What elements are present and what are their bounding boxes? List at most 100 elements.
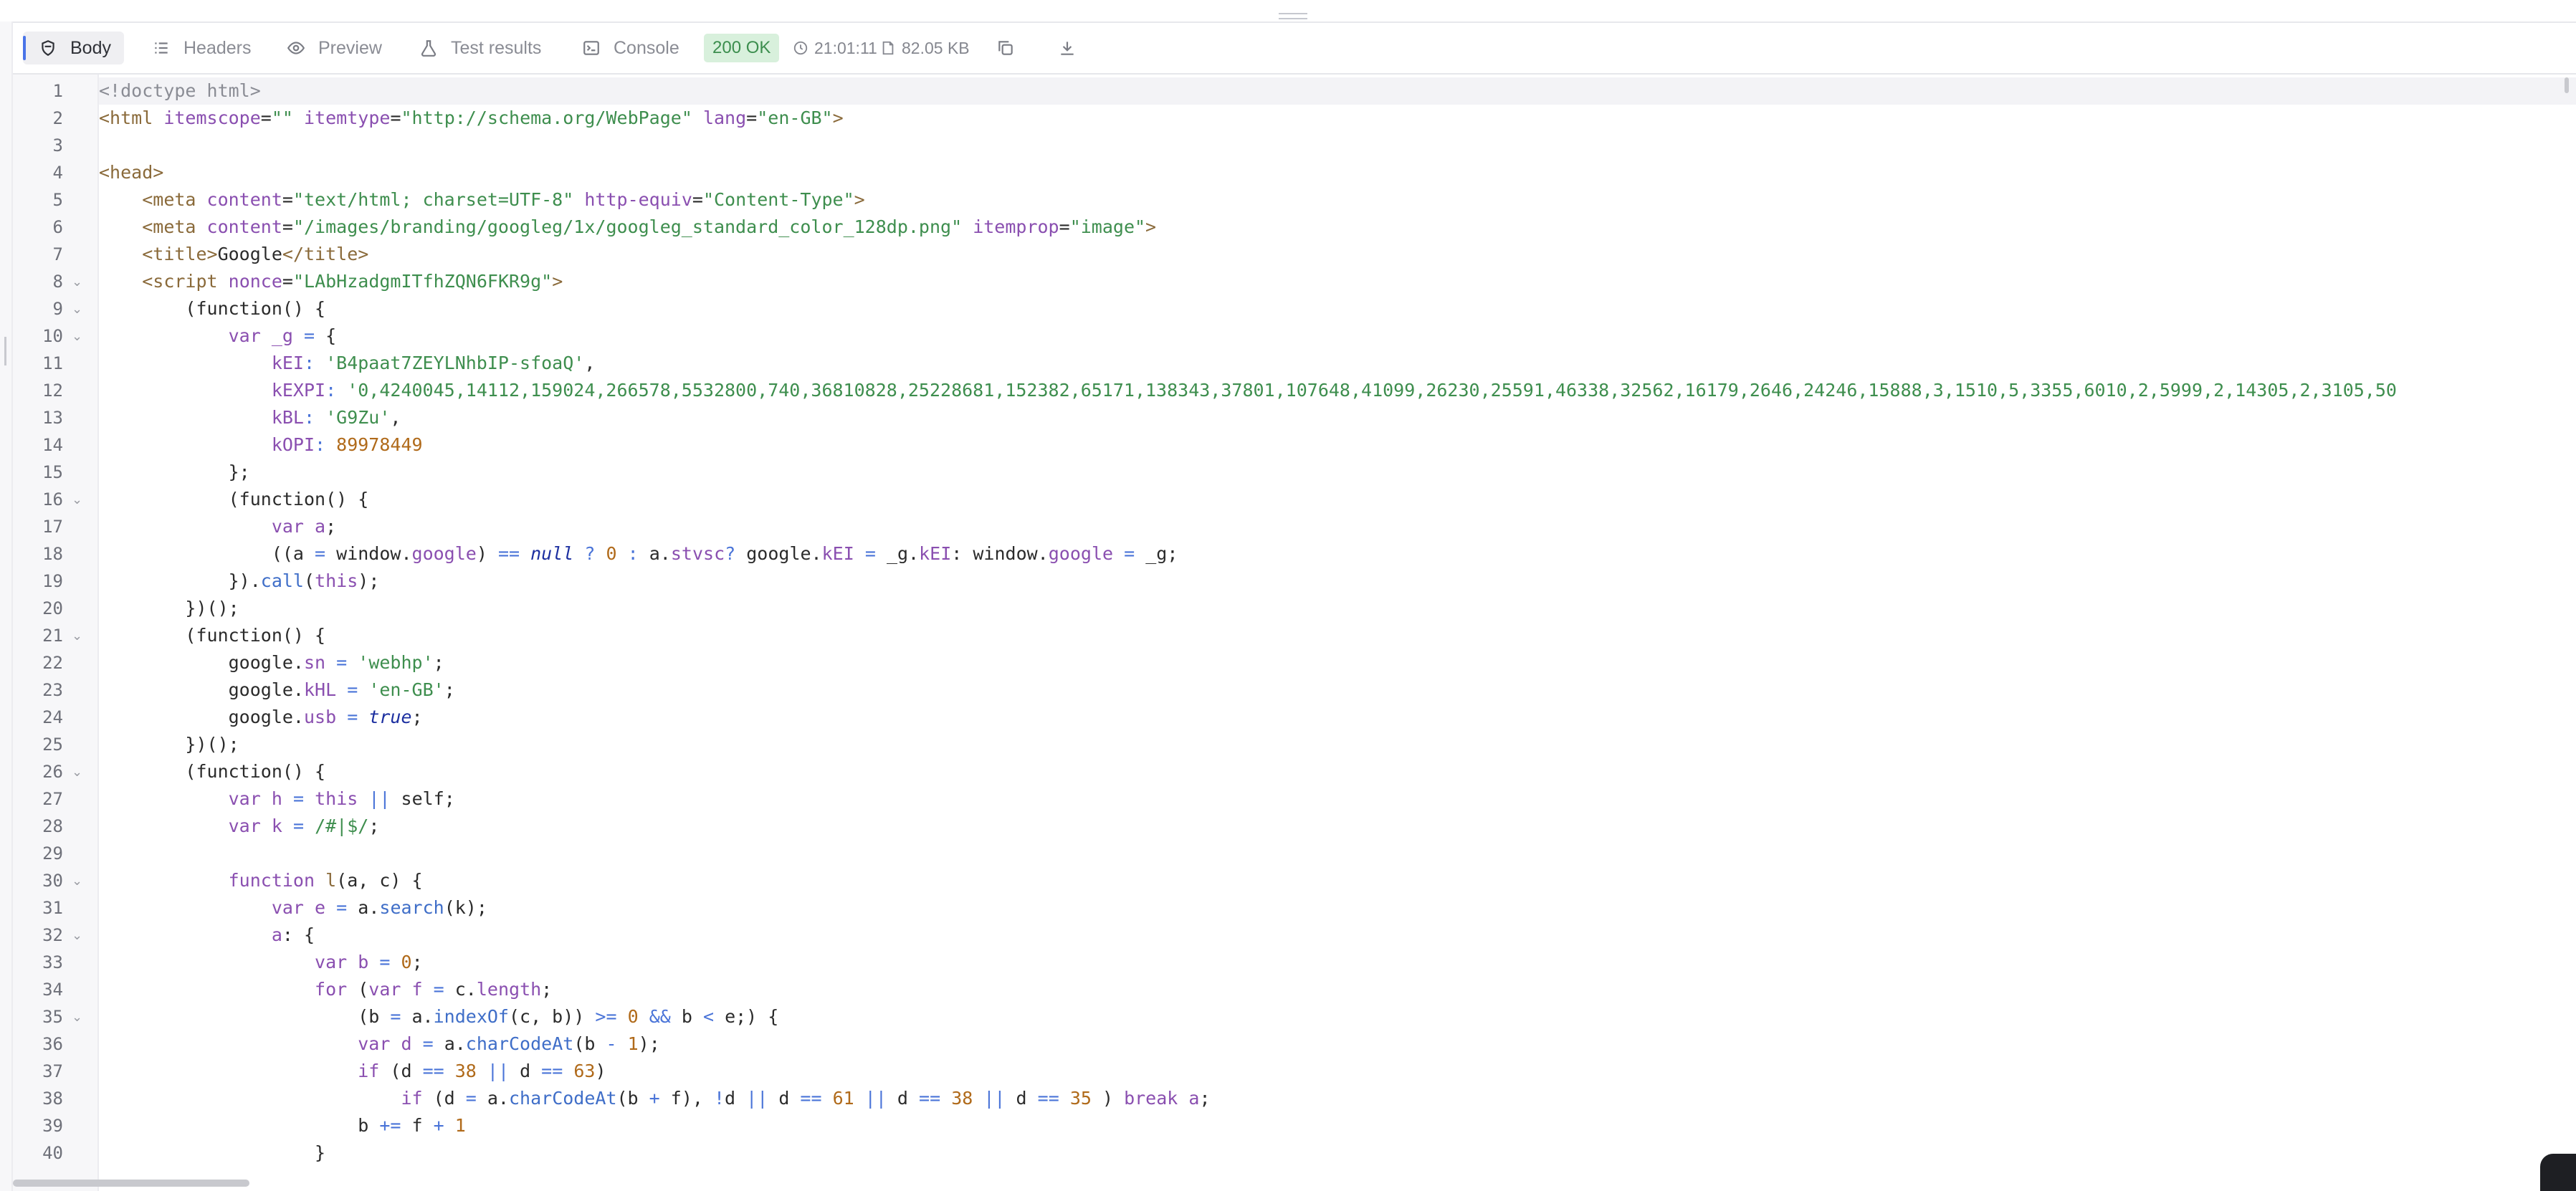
code-line[interactable]: }).call(this); [99, 568, 380, 595]
code-token: + [433, 1115, 444, 1136]
copy-button[interactable] [995, 23, 1028, 73]
line-number: 40 [42, 1143, 63, 1163]
left-resize-edge[interactable] [0, 21, 13, 1191]
code-line[interactable]: var k = /#|$/; [99, 813, 380, 840]
code-line[interactable]: google.usb = true; [99, 704, 423, 731]
code-line[interactable]: })(); [99, 595, 239, 622]
code-line[interactable]: <meta content="/images/branding/googleg/… [99, 214, 1156, 241]
code-line[interactable]: (function() { [99, 758, 325, 785]
code-line[interactable]: <script nonce="LAbHzadgmITfhZQN6FKR9g"> [99, 268, 563, 295]
fold-chevron-icon[interactable]: ⌄ [72, 867, 82, 894]
code-content[interactable]: <!doctype html> <html itemscope="" itemty… [99, 75, 2576, 1191]
code-line[interactable]: (function() { [99, 622, 325, 649]
code-token: google. [735, 543, 822, 564]
fold-chevron-icon[interactable]: ⌄ [72, 486, 82, 513]
code-line[interactable]: <title>Google</title> [99, 241, 368, 268]
code-line[interactable]: })(); [99, 731, 239, 758]
drag-handle-icon[interactable] [1279, 13, 1307, 19]
vertical-scrollbar[interactable] [2565, 77, 2569, 93]
code-token: <title> [142, 244, 218, 264]
code-token: a. [433, 1033, 466, 1054]
code-line[interactable]: var h = this || self; [99, 785, 455, 813]
code-token: </title> [282, 244, 369, 264]
horizontal-scrollbar[interactable] [13, 1180, 249, 1187]
code-line[interactable]: if (d == 38 || d == 63) [99, 1058, 606, 1085]
code-token: > [854, 189, 865, 210]
code-token: a. [638, 543, 671, 564]
code-line[interactable]: <meta content="text/html; charset=UTF-8"… [99, 186, 865, 214]
code-line[interactable]: kBL: 'G9Zu', [99, 404, 401, 431]
code-token: == [497, 543, 520, 564]
code-line[interactable]: var b = 0; [99, 949, 423, 976]
code-token: = [1059, 216, 1070, 237]
code-token: = [347, 707, 358, 727]
fold-chevron-icon[interactable]: ⌄ [72, 922, 82, 949]
code-line[interactable]: <!doctype html> [99, 77, 2576, 105]
code-line[interactable]: <html itemscope="" itemtype="http://sche… [99, 105, 844, 132]
fold-chevron-icon[interactable]: ⌄ [72, 295, 82, 322]
tab-console[interactable]: Console [581, 23, 679, 73]
line-number: 3 [52, 135, 63, 156]
code-line[interactable]: kEXPI: '0,4240045,14112,159024,266578,55… [99, 377, 2397, 404]
code-line[interactable]: var a; [99, 513, 336, 540]
code-line[interactable]: if (d = a.charCodeAt(b + f), !d || d == … [99, 1085, 1210, 1112]
download-button[interactable] [1056, 23, 1089, 73]
code-line[interactable]: kEI: 'B4paat7ZEYLNhbIP-sfoaQ', [99, 350, 596, 377]
code-token: var [271, 516, 304, 537]
code-token: f), [659, 1088, 714, 1109]
code-line[interactable]: for (var f = c.length; [99, 976, 552, 1003]
code-token: for [315, 979, 348, 1000]
fold-chevron-icon[interactable]: ⌄ [72, 322, 82, 350]
code-line[interactable]: a: { [99, 922, 315, 949]
tab-headers[interactable]: Headers [151, 23, 252, 73]
floating-widget[interactable] [2540, 1154, 2576, 1191]
code-line[interactable]: (function() { [99, 486, 369, 513]
code-token: search [379, 897, 444, 918]
code-token: || [746, 1088, 768, 1109]
code-line[interactable]: var _g = { [99, 322, 337, 350]
code-token: (function() { [99, 761, 326, 782]
tab-body[interactable]: Body [23, 32, 124, 64]
code-line[interactable]: google.kHL = 'en-GB'; [99, 676, 455, 704]
code-line[interactable]: var d = a.charCodeAt(b - 1); [99, 1030, 660, 1058]
code-line[interactable]: var e = a.search(k); [99, 894, 487, 922]
grip-icon[interactable] [4, 337, 6, 365]
code-line[interactable]: (b = a.indexOf(c, b)) >= 0 && b < e;) { [99, 1003, 778, 1030]
fold-chevron-icon[interactable]: ⌄ [72, 622, 82, 649]
code-token: stvsc [670, 543, 725, 564]
fold-chevron-icon[interactable]: ⌄ [72, 1003, 82, 1030]
code-line[interactable]: function l(a, c) { [99, 867, 423, 894]
line-number: 26 [42, 762, 63, 782]
code-line[interactable]: (function() { [99, 295, 325, 322]
code-token: ; [541, 979, 553, 1000]
code-token: < [702, 1006, 715, 1027]
tab-test-results[interactable]: Test results [418, 23, 541, 73]
code-line[interactable]: <head> [99, 159, 163, 186]
code-line[interactable]: }; [99, 459, 250, 486]
code-line[interactable]: kOPI: 89978449 [99, 431, 423, 459]
code-line[interactable]: google.sn = 'webhp'; [99, 649, 444, 676]
code-line[interactable]: } [99, 1139, 325, 1167]
code-token: sn [303, 652, 326, 673]
code-line[interactable]: ((a = window.google) == null ? 0 : a.stv… [99, 540, 1178, 568]
code-editor[interactable]: 1 2 3 4 5 6 7 8 ⌄ 9 ⌄ 10 ⌄ 11 12 13 14 15 16 ⌄ 17 18 19 20 21 ⌄ 22… [13, 75, 2576, 1191]
fold-chevron-icon[interactable]: ⌄ [72, 268, 82, 295]
tab-preview[interactable]: Preview [285, 23, 382, 73]
fold-chevron-icon[interactable]: ⌄ [72, 758, 82, 785]
line-number: 34 [42, 980, 63, 1000]
code-line[interactable]: b += f + 1 [99, 1112, 466, 1139]
